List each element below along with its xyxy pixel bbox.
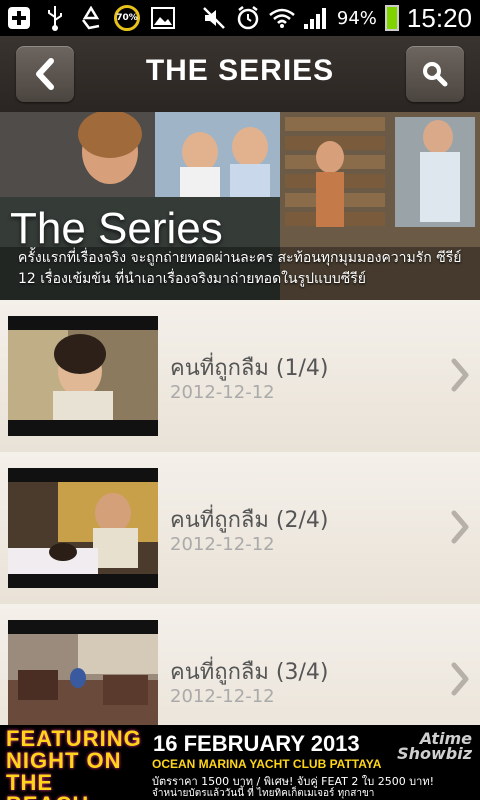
ad-headline-line1: FEATURING xyxy=(6,726,142,751)
episode-thumbnail xyxy=(8,316,158,436)
battery-level-badge: 70% xyxy=(114,5,140,31)
wifi-icon xyxy=(269,5,295,31)
clock: 15:20 xyxy=(406,2,472,33)
episode-row[interactable]: คนที่ถูกลืม (2/4) 2012-12-12 xyxy=(0,452,480,605)
episode-title: คนที่ถูกลืม (2/4) xyxy=(170,508,329,533)
recycle-icon xyxy=(78,5,104,31)
ad-headline-line3: THE BEACH xyxy=(6,770,88,800)
episode-list: คนที่ถูกลืม (1/4) 2012-12-12 คนที่ถูกลืม… xyxy=(0,300,480,725)
ad-logo-line2: Showbiz xyxy=(397,744,472,763)
banner-title: The Series xyxy=(10,204,223,253)
alarm-icon xyxy=(235,5,261,31)
usb-icon xyxy=(42,5,68,31)
image-icon xyxy=(150,5,176,31)
chevron-right-icon xyxy=(451,358,469,392)
ad-headline-line2: NIGHT ON xyxy=(6,748,122,773)
status-bar: 70% 94% 15:20 xyxy=(0,0,480,36)
banner-description: ครั้งแรกที่เรื่องจริง จะถูกถ่ายทอดผ่านละ… xyxy=(18,250,462,287)
search-button[interactable] xyxy=(406,46,464,102)
title-bar: THE SERIES xyxy=(0,36,480,112)
episode-date: 2012-12-12 xyxy=(170,686,275,707)
ad-venue: OCEAN MARINA YACHT CLUB PATTAYA xyxy=(152,757,382,771)
episode-row[interactable]: คนที่ถูกลืม (3/4) 2012-12-12 xyxy=(0,604,480,725)
episode-thumbnail xyxy=(8,468,158,588)
battery-charging-icon xyxy=(384,5,399,31)
ad-tickets: จำหน่ายบัตรแล้ววันนี้ ที่ ไทยทิคเก็ตเมเจ… xyxy=(152,788,375,799)
add-notification-icon xyxy=(6,5,32,31)
ad-headline: FEATURING NIGHT ON THE BEACH xyxy=(6,726,142,800)
ad-logo: Atime Showbiz xyxy=(397,731,472,763)
search-icon xyxy=(423,62,448,87)
chevron-right-icon xyxy=(451,662,469,696)
episode-title: คนที่ถูกลืม (1/4) xyxy=(170,356,329,381)
episode-date: 2012-12-12 xyxy=(170,534,275,555)
episode-row[interactable]: คนที่ถูกลืม (1/4) 2012-12-12 xyxy=(0,300,480,453)
mute-icon xyxy=(201,5,227,31)
episode-title: คนที่ถูกลืม (3/4) xyxy=(170,660,329,685)
chevron-right-icon xyxy=(451,510,469,544)
battery-percent: 94% xyxy=(336,7,377,29)
series-banner[interactable]: The Series ครั้งแรกที่เรื่องจริง จะถูกถ่… xyxy=(0,112,480,300)
episode-thumbnail xyxy=(8,620,158,725)
signal-icon xyxy=(303,5,329,31)
ad-date: 16 FEBRUARY 2013 xyxy=(153,731,360,756)
episode-date: 2012-12-12 xyxy=(170,382,275,403)
ad-banner[interactable]: FEATURING NIGHT ON THE BEACH 16 FEBRUARY… xyxy=(0,725,480,800)
